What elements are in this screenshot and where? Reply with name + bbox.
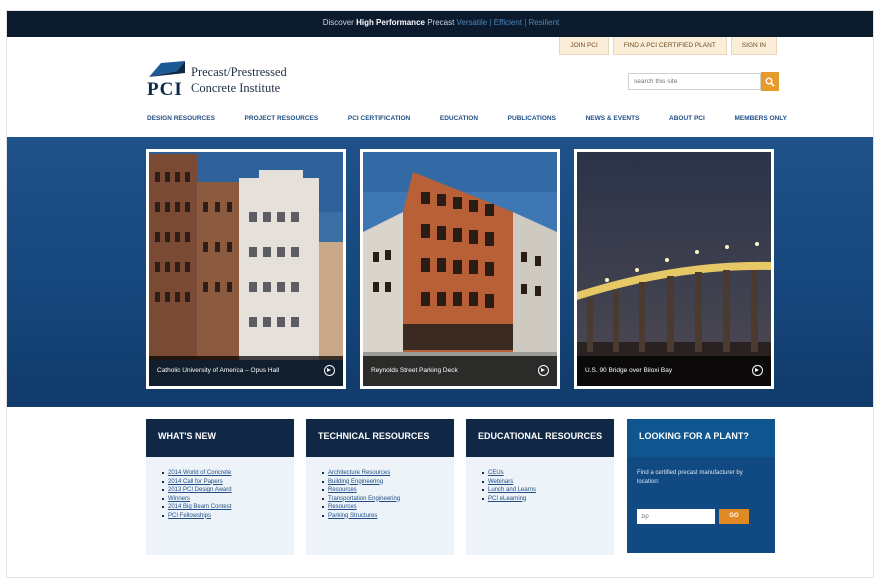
slide-caption: Catholic University of America – Opus Ha… (157, 367, 280, 374)
list-item[interactable]: 2013 PCI Design Award (162, 486, 294, 495)
sign-in-link[interactable]: SIGN IN (730, 37, 777, 55)
zip-input[interactable] (637, 509, 715, 524)
list-item[interactable]: Architecture Resources (322, 469, 454, 478)
list-item[interactable]: PCI Fellowships (162, 512, 294, 521)
arrow-circle-icon[interactable] (324, 365, 335, 376)
technical-resources-title: TECHNICAL RESOURCES (306, 419, 454, 457)
educational-resources-box: EDUCATIONAL RESOURCES CEUs Webinars Lunc… (466, 419, 614, 555)
slide-caption-bar: U.S. 90 Bridge over Biloxi Bay (577, 356, 771, 386)
whats-new-title: WHAT'S NEW (146, 419, 294, 457)
slide-photo-1 (149, 152, 343, 386)
slide-photo-3 (577, 152, 771, 386)
nav-about-pci[interactable]: ABOUT PCI (669, 115, 705, 122)
promo-bar: Discover High Performance Precast Versat… (7, 11, 873, 37)
educational-resources-list: CEUs Webinars Lunch and Learns PCI eLear… (466, 457, 614, 503)
find-plant-link[interactable]: FIND A PCI CERTIFIED PLANT (612, 37, 727, 55)
list-item[interactable]: Transportation Engineering (322, 495, 454, 504)
page: Discover High Performance Precast Versat… (6, 10, 874, 578)
join-pci-link[interactable]: JOIN PCI (559, 37, 609, 55)
slide-photo-2 (363, 152, 557, 386)
list-item[interactable]: 2014 Call for Papers (162, 478, 294, 487)
plant-finder-title: LOOKING FOR A PLANT? (627, 419, 775, 457)
educational-resources-title: EDUCATIONAL RESOURCES (466, 419, 614, 457)
nav-project-resources[interactable]: PROJECT RESOURCES (245, 115, 319, 122)
slide-caption-bar: Catholic University of America – Opus Ha… (149, 356, 343, 386)
nav-pci-certification[interactable]: PCI CERTIFICATION (348, 115, 410, 122)
logo-line1: Precast/Prestressed (191, 65, 287, 79)
nav-news-events[interactable]: NEWS & EVENTS (586, 115, 640, 122)
go-button[interactable]: GO (719, 509, 749, 524)
pci-logo[interactable]: PCI Precast/Prestressed Concrete Institu… (147, 57, 347, 101)
logo-abbr: PCI (147, 79, 183, 100)
nav-publications[interactable]: PUBLICATIONS (508, 115, 556, 122)
nav-members-only[interactable]: MEMBERS ONLY (734, 115, 787, 122)
main-nav: DESIGN RESOURCES PROJECT RESOURCES PCI C… (147, 115, 787, 122)
list-item[interactable]: 2014 Big Beam Contest (162, 503, 294, 512)
plant-finder-box: LOOKING FOR A PLANT? Find a certified pr… (627, 419, 775, 553)
arrow-circle-icon[interactable] (538, 365, 549, 376)
promo-suffix: Precast (424, 18, 455, 27)
search-icon (765, 77, 775, 87)
list-item[interactable]: Resources (322, 486, 454, 495)
nav-education[interactable]: EDUCATION (440, 115, 478, 122)
slide-card-1[interactable]: Catholic University of America – Opus Ha… (146, 149, 346, 389)
promo-highlight: High Performance (356, 18, 425, 27)
utility-nav: JOIN PCI FIND A PCI CERTIFIED PLANT SIGN… (555, 37, 777, 55)
logo-mark-icon (149, 61, 185, 77)
list-item[interactable]: Webinars (482, 478, 614, 487)
list-item[interactable]: Winners (162, 495, 294, 504)
whats-new-list: 2014 World of Concrete 2014 Call for Pap… (146, 457, 294, 520)
list-item[interactable]: Lunch and Learns (482, 486, 614, 495)
promo-message[interactable]: Discover High Performance Precast Versat… (7, 18, 873, 27)
slide-caption: Reynolds Street Parking Deck (371, 367, 458, 374)
list-item[interactable]: Parking Structures (322, 512, 454, 521)
technical-resources-box: TECHNICAL RESOURCES Architecture Resourc… (306, 419, 454, 555)
slide-card-3[interactable]: U.S. 90 Bridge over Biloxi Bay (574, 149, 774, 389)
nav-design-resources[interactable]: DESIGN RESOURCES (147, 115, 215, 122)
plant-finder-text: Find a certified precast manufacturer by… (637, 470, 743, 485)
list-item[interactable]: 2014 World of Concrete (162, 469, 294, 478)
list-item[interactable]: PCI eLearning (482, 495, 614, 504)
technical-resources-list: Architecture Resources Building Engineer… (306, 457, 454, 520)
slide-card-2[interactable]: Reynolds Street Parking Deck (360, 149, 560, 389)
slide-caption: U.S. 90 Bridge over Biloxi Bay (585, 367, 673, 374)
whats-new-box: WHAT'S NEW 2014 World of Concrete 2014 C… (146, 419, 294, 555)
slide-caption-bar: Reynolds Street Parking Deck (363, 356, 557, 386)
list-item[interactable]: Building Engineering (322, 478, 454, 487)
search-button[interactable] (761, 72, 779, 91)
logo-line2: Concrete Institute (191, 81, 281, 95)
promo-links[interactable]: Versatile | Efficient | Resilient (454, 18, 560, 27)
search-input[interactable] (628, 73, 761, 90)
list-item[interactable]: Resources (322, 503, 454, 512)
arrow-circle-icon[interactable] (752, 365, 763, 376)
list-item[interactable]: CEUs (482, 469, 614, 478)
promo-prefix: Discover (322, 18, 357, 27)
